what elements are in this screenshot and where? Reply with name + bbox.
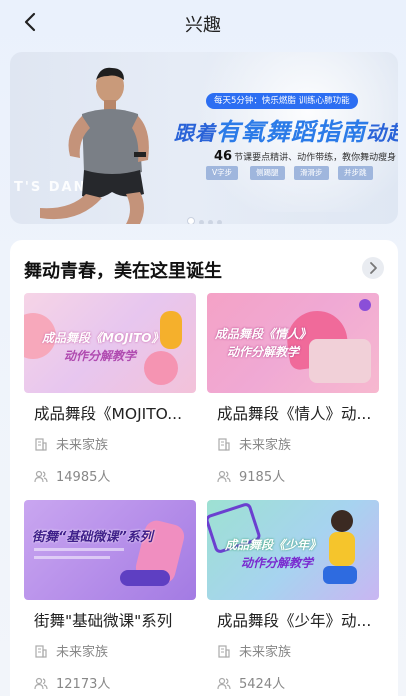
course-author: 未来家族 xyxy=(207,641,379,660)
course-learners: 12173人 xyxy=(24,673,196,692)
dancer-illustration xyxy=(40,67,149,224)
page-title: 兴趣 xyxy=(185,15,221,36)
course-learners: 9185人 xyxy=(207,466,379,485)
section-title: 舞动青春，美在这里诞生 xyxy=(24,261,222,282)
banner-pill: 每天5分钟：快乐燃脂 训练心肺功能 xyxy=(206,93,358,109)
banner-tag: V字步 xyxy=(206,166,239,180)
banner-tag: 侧踢腿 xyxy=(250,166,285,180)
course-thumbnail[interactable]: 成品舞段《情人》 动作分解教学 xyxy=(207,293,379,393)
section-more-button[interactable] xyxy=(362,257,384,279)
carousel-indicator xyxy=(10,210,398,224)
top-nav: 兴趣 xyxy=(0,0,406,46)
chevron-right-icon xyxy=(370,262,377,274)
course-name: 成品舞段《情人》动... xyxy=(217,405,372,423)
course-card[interactable]: 成品舞段《情人》 动作分解教学 成品舞段《情人》动... 未来家族 9185人 xyxy=(207,293,379,485)
course-card[interactable]: 成品舞段《少年》 动作分解教学 成品舞段《少年》动... 未来家族 5424人 xyxy=(207,500,379,692)
people-icon xyxy=(217,470,231,482)
banner-tag: 并步跳 xyxy=(338,166,373,180)
people-icon xyxy=(34,470,48,482)
course-author: 未来家族 xyxy=(24,434,196,453)
banner-carousel[interactable]: T'S DANCE 每天5分钟：快乐燃脂 训练心肺功能 跟着有氧舞蹈指南动起 4… xyxy=(10,52,398,224)
course-name: 成品舞段《MOJITO... xyxy=(34,405,183,423)
course-name: 街舞"基础微课"系列 xyxy=(34,612,173,630)
carousel-dot[interactable] xyxy=(198,220,204,224)
course-card[interactable]: 街舞“基础微课”系列 街舞"基础微课"系列 未来家族 12173人 xyxy=(24,500,196,692)
carousel-dot[interactable] xyxy=(216,220,222,224)
carousel-dot[interactable] xyxy=(207,220,213,224)
banner-headline: 跟着有氧舞蹈指南动起 xyxy=(174,118,398,146)
building-icon xyxy=(35,644,47,658)
people-icon xyxy=(34,677,48,689)
course-card[interactable]: 成品舞段《MOJITO》 动作分解教学 成品舞段《MOJITO... 未来家族 … xyxy=(24,293,196,485)
course-section: 舞动青春，美在这里诞生 成品舞段《MOJITO》 动作分解教学 成品舞段《MOJ… xyxy=(10,240,398,696)
building-icon xyxy=(218,437,230,451)
course-author: 未来家族 xyxy=(207,434,379,453)
course-thumbnail[interactable]: 成品舞段《MOJITO》 动作分解教学 xyxy=(24,293,196,393)
course-learners: 14985人 xyxy=(24,466,196,485)
building-icon xyxy=(35,437,47,451)
course-author: 未来家族 xyxy=(24,641,196,660)
building-icon xyxy=(218,644,230,658)
people-icon xyxy=(217,677,231,689)
course-name: 成品舞段《少年》动... xyxy=(217,612,372,630)
banner-tag: 滑滑步 xyxy=(294,166,329,180)
course-thumbnail[interactable]: 街舞“基础微课”系列 xyxy=(24,500,196,600)
carousel-dot[interactable] xyxy=(186,217,195,224)
course-learners: 5424人 xyxy=(207,673,379,692)
course-thumbnail[interactable]: 成品舞段《少年》 动作分解教学 xyxy=(207,500,379,600)
banner-description: 46 节课要点精讲、动作带练，教你舞动瘦身 xyxy=(214,149,397,164)
